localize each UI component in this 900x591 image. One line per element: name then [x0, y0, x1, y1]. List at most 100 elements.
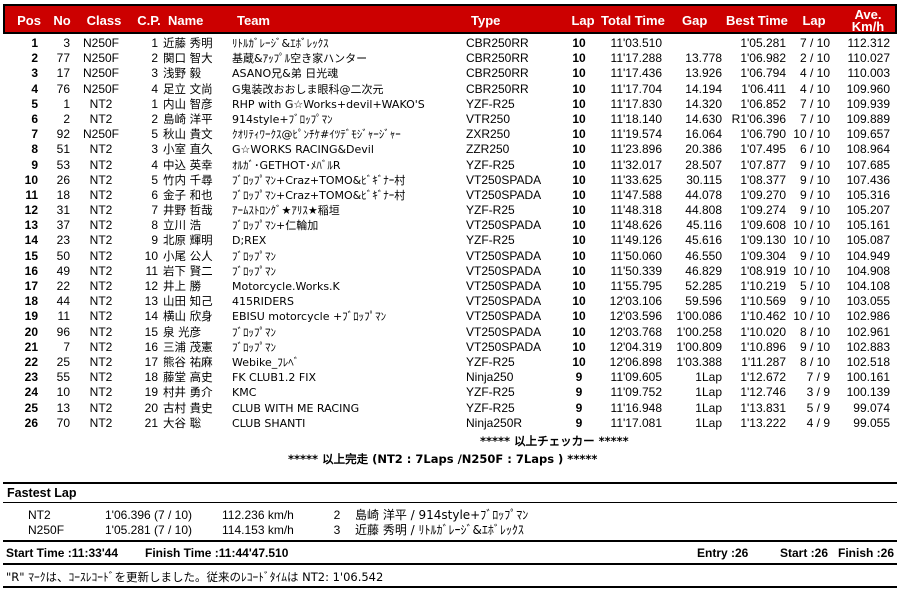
- cell-machine-type: YZF-R25: [466, 233, 515, 248]
- fastest-lap-class: N250F: [28, 523, 65, 537]
- cell-average-speed: 109.657: [846, 127, 890, 142]
- cell-machine-type: ZXR250: [466, 127, 511, 142]
- cell-class-position: 9: [151, 233, 158, 248]
- cell-class-position: 6: [151, 187, 158, 202]
- cell-class: NT2: [89, 415, 113, 430]
- cell-total-time: 11'50.339: [610, 263, 662, 278]
- cell-best-lap: 7 / 10: [799, 111, 830, 126]
- cell-machine-type: VT250SPADA: [466, 172, 542, 187]
- cell-best-lap: 6 / 10: [799, 142, 830, 157]
- summary-start-count: Start :26: [780, 546, 829, 560]
- cell-rider-name: 中込 英幸: [163, 157, 213, 172]
- cell-laps: 10: [572, 51, 586, 66]
- cell-class: NT2: [89, 309, 113, 324]
- column-header-class: Class: [86, 13, 122, 28]
- cell-average-speed: 109.960: [846, 81, 890, 96]
- cell-class-position: 15: [144, 324, 158, 339]
- cell-gap: 1Lap: [695, 415, 722, 430]
- cell-number: 77: [56, 51, 70, 66]
- summary-finish-time: Finish Time :11:44'47.510: [145, 546, 289, 560]
- cell-class: NT2: [89, 400, 113, 415]
- cell-best-time: 1'13.831: [740, 400, 786, 415]
- cell-best-time: 1'06.852: [740, 96, 786, 111]
- cell-best-lap: 10 / 10: [793, 218, 830, 233]
- cell-gap: 1Lap: [695, 400, 722, 415]
- cell-team: ﾌﾞﾛｯﾌﾟﾏﾝ: [232, 264, 276, 278]
- cell-class: NT2: [89, 263, 113, 278]
- cell-position: 26: [24, 415, 38, 430]
- cell-best-time: 1'08.377: [740, 172, 786, 187]
- cell-laps: 10: [572, 279, 586, 293]
- cell-best-time: 1'09.270: [740, 187, 786, 202]
- cell-best-lap: 10 / 10: [793, 309, 830, 324]
- cell-laps: 10: [572, 248, 586, 263]
- cell-rider-name: 内山 智彦: [163, 96, 213, 111]
- cell-class-position: 12: [144, 279, 158, 293]
- cell-position: 23: [24, 370, 38, 385]
- cell-average-speed: 104.908: [846, 263, 890, 278]
- cell-machine-type: VT250SPADA: [466, 294, 542, 309]
- cell-class: NT2: [89, 172, 113, 187]
- cell-team: ﾌﾞﾛｯﾌﾟﾏﾝ: [232, 325, 276, 339]
- cell-best-lap: 10 / 10: [793, 233, 830, 248]
- cell-machine-type: YZF-R25: [466, 203, 515, 218]
- cell-gap: 44.078: [685, 187, 722, 202]
- fastest-lap-row: N250F 1'05.281 (7 / 10) 114.153 km/h 3 近藤 秀明…: [0, 523, 900, 538]
- cell-laps: 10: [572, 324, 586, 339]
- cell-average-speed: 108.964: [846, 142, 890, 157]
- race-results-page: Pos No Class C.P. Name Team Type Lap Tot…: [0, 0, 900, 591]
- cell-number: 1: [63, 96, 70, 111]
- cell-team: ﾌﾞﾛｯﾌﾟﾏﾝ: [232, 249, 276, 263]
- page-bottom-divider: [3, 586, 897, 588]
- cell-rider-name: 立川 浩: [163, 218, 202, 233]
- cell-position: 17: [24, 279, 38, 293]
- cell-rider-name: 金子 和也: [163, 187, 213, 202]
- cell-class-position: 4: [151, 81, 158, 96]
- table-row: 16 49 NT2 11 岩下 賢二 ﾌﾞﾛｯﾌﾟﾏﾝ VT250SPADA 10 11'50.…: [0, 264, 900, 279]
- table-row: 1 3 N250F 1 近藤 秀明 ﾘﾄﾙｶﾞﾚｰｼﾞ&ｴﾎﾞﾚｯｸｽ CBR250RR 10…: [0, 36, 900, 51]
- cell-rider-name: 小尾 公人: [163, 248, 213, 263]
- table-row: 12 31 NT2 7 井野 哲哉 ｱｰﾑｽﾄﾛﾝｸﾞ★ｱﾘｽ★稲垣 YZF-R25 10 11…: [0, 203, 900, 218]
- table-row: 19 11 NT2 14 横山 欣身 EBISU motorcycle +ﾌﾞﾛｯﾌﾟﾏﾝ…: [0, 309, 900, 324]
- cell-class-position: 20: [144, 400, 158, 415]
- cell-gap: 46.829: [685, 263, 722, 278]
- cell-total-time: 12'04.319: [609, 339, 662, 354]
- cell-total-time: 11'47.588: [610, 187, 662, 202]
- cell-class-position: 19: [144, 385, 158, 400]
- cell-rider-name: 足立 文尚: [163, 81, 213, 96]
- cell-number: 25: [56, 354, 70, 369]
- cell-team: ﾌﾞﾛｯﾌﾟﾏﾝ+仁輪加: [232, 219, 319, 233]
- cell-team: 914style+ﾌﾞﾛｯﾌﾟﾏﾝ: [232, 112, 333, 126]
- cell-average-speed: 110.027: [847, 51, 891, 66]
- cell-rider-name: 小室 直久: [163, 142, 213, 157]
- cell-average-speed: 107.436: [846, 172, 890, 187]
- table-row: 10 26 NT2 5 竹内 千尋 ﾌﾞﾛｯﾌﾟﾏﾝ+Craz+TOMO&ﾋﾞｷﾞﾅｰ村 V…: [0, 173, 900, 188]
- cell-average-speed: 102.518: [846, 354, 890, 369]
- cell-class: NT2: [89, 385, 113, 400]
- cell-rider-name: 井上 勝: [163, 279, 202, 293]
- cell-position: 12: [24, 203, 38, 218]
- cell-number: 92: [56, 127, 70, 142]
- cell-best-time: 1'10.020: [740, 324, 786, 339]
- table-row: 15 50 NT2 10 小尾 公人 ﾌﾞﾛｯﾌﾟﾏﾝ VT250SPADA 10 11'50.…: [0, 249, 900, 264]
- cell-laps: 10: [572, 172, 586, 187]
- cell-machine-type: ZZR250: [466, 142, 510, 157]
- cell-number: 50: [56, 248, 70, 263]
- record-footnote: "R" ﾏｰｸは、ｺｰｽﾚｺｰﾄﾞを更新しました。従来のﾚｺｰﾄﾞﾀｲﾑは NT…: [6, 570, 384, 584]
- cell-gap: 59.596: [685, 294, 722, 309]
- cell-team: ﾌﾞﾛｯﾌﾟﾏﾝ: [232, 340, 276, 354]
- cell-class-position: 2: [151, 51, 158, 66]
- cell-average-speed: 102.961: [846, 324, 890, 339]
- cell-class: NT2: [89, 187, 113, 202]
- cell-team: RHP with G☆Works+devil+WAKO'S: [232, 97, 425, 111]
- cell-gap: 45.616: [685, 233, 722, 248]
- cell-position: 4: [31, 81, 38, 96]
- cell-best-time: 1'08.919: [740, 263, 786, 278]
- fastest-lap-speed: 112.236 km/h: [222, 508, 294, 522]
- cell-gap: 1'00.258: [676, 324, 722, 339]
- cell-class-position: 7: [151, 203, 158, 218]
- cell-best-lap: 5 / 10: [799, 279, 830, 293]
- cell-number: 70: [56, 415, 70, 430]
- cell-total-time: 11'17.288: [610, 51, 662, 66]
- cell-rider-name: 浅野 毅: [163, 66, 202, 81]
